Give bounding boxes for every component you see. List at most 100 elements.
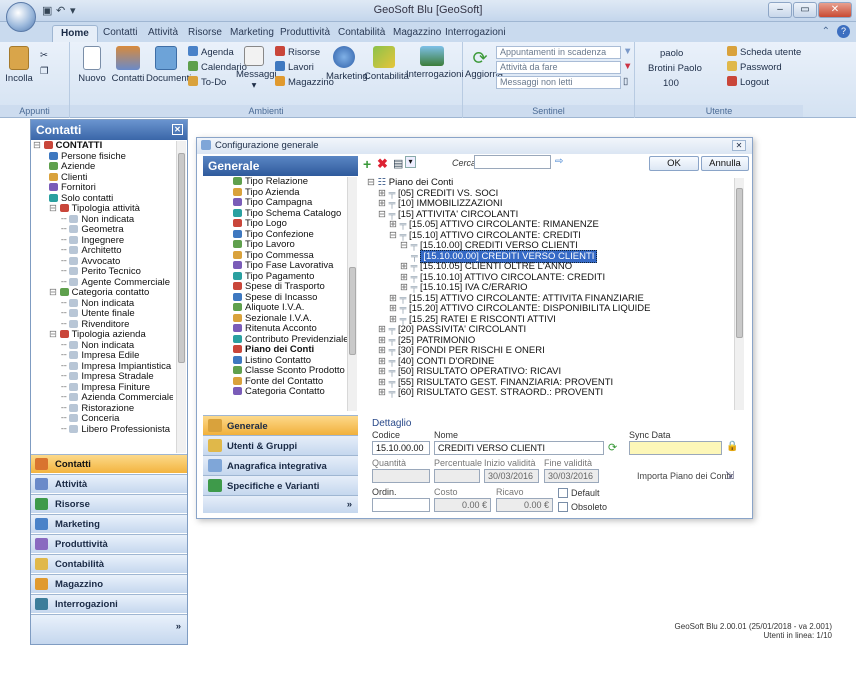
contacts-tree-node[interactable]: Persone fisiche — [33, 151, 173, 163]
tree-line-icon[interactable]: ╌ — [61, 277, 69, 288]
dialog-nav-specificheevarianti[interactable]: Specifiche e Varianti — [203, 475, 358, 495]
expand-icon[interactable]: ⊞ — [378, 387, 389, 398]
contabilita-button[interactable]: Contabilità — [364, 46, 409, 82]
tree-line-icon[interactable]: ╌ — [61, 308, 69, 319]
costo-field[interactable]: 0.00 € — [434, 498, 491, 512]
expand-icon[interactable]: ⊞ — [389, 314, 400, 325]
expand-icon[interactable]: ⊞ — [378, 366, 389, 377]
sync-data-field[interactable] — [629, 441, 722, 455]
nav-attivit[interactable]: Attività — [31, 474, 187, 493]
messaggi-dropdown[interactable]: Messaggi non letti — [496, 76, 621, 89]
tree-line-icon[interactable]: ╌ — [61, 392, 69, 403]
scrollbar-thumb[interactable] — [349, 267, 356, 355]
appuntamenti-dropdown[interactable]: Appuntamenti in scadenza — [496, 46, 621, 59]
contatti-button[interactable]: Contatti — [110, 46, 146, 84]
scrollbar-thumb[interactable] — [178, 153, 185, 363]
contacts-tree-scrollbar[interactable] — [176, 141, 186, 453]
expand-icon[interactable]: ⊞ — [378, 324, 389, 335]
tree-line-icon[interactable]: ╌ — [61, 382, 69, 393]
close-button[interactable]: ✕ — [818, 2, 852, 18]
accounts-tree-scrollbar[interactable] — [734, 178, 744, 410]
tab-contabilita[interactable]: Contabilità — [330, 25, 393, 42]
config-list-item[interactable]: Categoria Contatto — [233, 386, 347, 398]
config-list-scrollbar[interactable] — [347, 177, 357, 411]
attivita-dropdown[interactable]: Attività da fare — [496, 61, 621, 74]
tree-line-icon[interactable]: ╌ — [61, 413, 69, 424]
interrogazioni-button[interactable]: Interrogazioni — [406, 46, 464, 80]
lock-icon[interactable]: 🔒 — [726, 441, 738, 452]
ordin-field[interactable] — [372, 498, 430, 512]
restore-button[interactable]: ▭ — [793, 2, 817, 18]
collapse-icon[interactable]: ⊟ — [33, 141, 44, 151]
default-checkbox[interactable] — [558, 488, 568, 498]
nav-contabilit[interactable]: Contabilità — [31, 554, 187, 573]
expand-icon[interactable]: ⊞ — [400, 272, 411, 283]
tree-line-icon[interactable]: ╌ — [61, 256, 69, 267]
tab-contatti[interactable]: Contatti — [95, 25, 145, 42]
tree-line-icon[interactable]: ╌ — [61, 245, 69, 256]
tree-line-icon[interactable]: ╌ — [61, 340, 69, 351]
expand-icon[interactable]: ⊞ — [389, 219, 400, 230]
dialog-nav-generale[interactable]: Generale — [203, 415, 358, 435]
expand-icon[interactable]: ⊟ — [378, 209, 389, 220]
obsoleto-checkbox[interactable] — [558, 502, 568, 512]
messaggi-button[interactable]: Messaggi ▾ — [236, 46, 277, 91]
search-go-icon[interactable]: ⇨ — [555, 156, 563, 167]
copy-icon[interactable]: ❐ — [40, 66, 49, 77]
sync-refresh-icon[interactable]: ⟳ — [608, 441, 617, 454]
ok-button[interactable]: OK — [649, 156, 699, 171]
close-pane-icon[interactable]: ✕ — [172, 124, 183, 135]
tab-home[interactable]: Home — [52, 25, 98, 42]
nav-risorse[interactable]: Risorse — [31, 494, 187, 513]
documenti-button[interactable]: Documenti — [146, 46, 191, 84]
aggiorna-button[interactable]: ⟳ Aggiorna — [465, 48, 503, 80]
collapse-icon[interactable]: ⊟ — [49, 287, 60, 298]
expand-icon[interactable]: ⊞ — [400, 261, 411, 272]
tree-line-icon[interactable]: ╌ — [61, 371, 69, 382]
todo-button[interactable]: To-Do — [188, 76, 226, 88]
expand-icon[interactable]: ⊟ — [400, 240, 411, 251]
app-menu-button[interactable] — [6, 2, 36, 32]
expand-icon[interactable]: ⊞ — [378, 377, 389, 388]
nav-contatti[interactable]: Contatti — [31, 454, 187, 473]
codice-field[interactable]: 15.10.00.00 — [372, 441, 430, 455]
expand-icon[interactable]: ⊞ — [389, 303, 400, 314]
agenda-button[interactable]: Agenda — [188, 46, 234, 58]
expand-icon[interactable]: ⊞ — [378, 198, 389, 209]
minimize-button[interactable]: – — [768, 2, 792, 18]
dialog-close-button[interactable]: ✕ — [732, 140, 746, 151]
contacts-tree-node[interactable]: Clienti — [33, 172, 173, 184]
expand-icon[interactable]: ⊞ — [389, 293, 400, 304]
marketing-button[interactable]: Marketing — [326, 46, 368, 82]
collapse-icon[interactable]: ⊟ — [49, 203, 60, 214]
print-dropdown-icon[interactable]: ▾ — [405, 156, 416, 168]
password-button[interactable]: Password — [727, 61, 782, 73]
contacts-tree-node[interactable]: ╌ Libero Professionista — [33, 424, 173, 436]
import-icon[interactable]: ⇲ — [725, 469, 734, 482]
expand-icon[interactable]: ⊞ — [378, 345, 389, 356]
minimize-ribbon-icon[interactable]: ⌃ — [822, 26, 830, 37]
account-node[interactable]: ⊞ ╤ [60] RISULTATO GEST. STRAORD.: PROVE… — [367, 387, 732, 399]
tree-line-icon[interactable]: ╌ — [61, 424, 69, 435]
percentuale-field[interactable] — [434, 469, 480, 483]
search-input[interactable] — [474, 155, 551, 169]
expand-icon[interactable]: ⊞ — [378, 188, 389, 199]
tab-interrogazioni[interactable]: Interrogazioni — [437, 25, 514, 42]
tree-line-icon[interactable]: ╌ — [61, 235, 69, 246]
logout-button[interactable]: Logout — [727, 76, 769, 88]
inizio-validita-field[interactable]: 30/03/2016 — [484, 469, 539, 483]
tree-line-icon[interactable]: ╌ — [61, 214, 69, 225]
nav-more-button[interactable]: » — [31, 614, 187, 644]
tree-line-icon[interactable]: ╌ — [61, 319, 69, 330]
tree-line-icon[interactable]: ╌ — [61, 403, 69, 414]
dialog-nav-anagraficaintegrativa[interactable]: Anagrafica integrativa — [203, 455, 358, 475]
scheda-utente-button[interactable]: Scheda utente — [727, 46, 801, 58]
help-icon[interactable]: ? — [837, 25, 850, 38]
nav-interrogazioni[interactable]: Interrogazioni — [31, 594, 187, 613]
expand-icon[interactable]: ⊟ — [367, 178, 378, 188]
collapse-icon[interactable]: ⊟ — [49, 329, 60, 340]
tree-line-icon[interactable]: ╌ — [61, 361, 69, 372]
annulla-button[interactable]: Annulla — [701, 156, 749, 171]
nome-field[interactable]: CREDITI VERSO CLIENTI — [434, 441, 604, 455]
expand-icon[interactable]: ⊞ — [378, 356, 389, 367]
